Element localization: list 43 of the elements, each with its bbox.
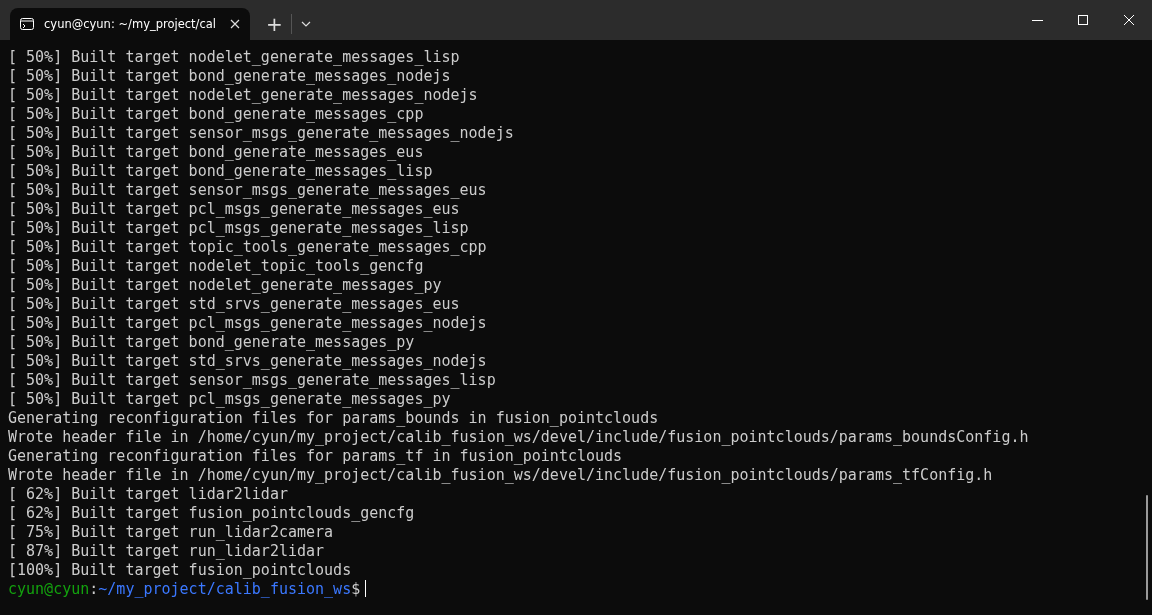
chevron-down-icon	[300, 21, 311, 27]
minimize-icon	[1031, 19, 1043, 21]
output-line: [ 50%] Built target sensor_msgs_generate_messages_eus	[8, 181, 487, 200]
output-line: [ 62%] Built target lidar2lidar	[8, 485, 288, 504]
output-line: [ 50%] Built target pcl_msgs_generate_messages_eus	[8, 200, 460, 219]
output-line: [ 50%] Built target topic_tools_generate_messages_cpp	[8, 238, 487, 257]
output-line: [ 50%] Built target nodelet_generate_messages_py	[8, 276, 442, 295]
output-line: [ 50%] Built target nodelet_topic_tools_gencfg	[8, 257, 424, 276]
output-line: [ 50%] Built target bond_generate_messages_nodejs	[8, 67, 451, 86]
output-line: Generating reconfiguration files for params_tf in fusion_pointclouds	[8, 447, 623, 466]
output-line: Wrote header file in /home/cyun/my_project/calib_fusion_ws/devel/include/fusion_pointclouds/params_boundsConfig.h	[8, 428, 1029, 447]
prompt-path: ~/my_project/calib_fusion_ws	[98, 580, 352, 598]
output-line: [ 50%] Built target bond_generate_messages_lisp	[8, 162, 433, 181]
prompt-user: cyun@cyun	[8, 580, 90, 598]
new-tab-button[interactable]: +	[258, 8, 291, 40]
terminal-tab[interactable]: cyun@cyun: ~/my_project/cal	[10, 8, 250, 40]
output-line: [ 50%] Built target std_srvs_generate_messages_eus	[8, 295, 460, 314]
output-line: [ 50%] Built target sensor_msgs_generate_messages_nodejs	[8, 124, 514, 143]
output-line: [ 50%] Built target pcl_msgs_generate_messages_nodejs	[8, 314, 487, 333]
tab-title: cyun@cyun: ~/my_project/cal	[44, 17, 218, 31]
maximize-icon	[1078, 15, 1088, 25]
output-line: [ 50%] Built target pcl_msgs_generate_messages_py	[8, 390, 451, 409]
close-icon[interactable]	[230, 19, 240, 29]
output-line: [ 62%] Built target fusion_pointclouds_gencfg	[8, 504, 415, 523]
terminal-icon	[20, 18, 34, 30]
output-line: [100%] Built target fusion_pointclouds	[8, 561, 352, 580]
output-line: [ 50%] Built target std_srvs_generate_messages_nodejs	[8, 352, 487, 371]
output-line: [ 50%] Built target pcl_msgs_generate_messages_lisp	[8, 219, 469, 238]
prompt-symbol: $	[351, 580, 361, 598]
output-line: [ 50%] Built target bond_generate_messages_cpp	[8, 105, 424, 124]
text-cursor	[365, 580, 367, 597]
output-line: [ 50%] Built target nodelet_generate_messages_lisp	[8, 48, 460, 67]
output-line: [ 50%] Built target nodelet_generate_messages_nodejs	[8, 86, 478, 105]
output-line: Wrote header file in /home/cyun/my_project/calib_fusion_ws/devel/include/fusion_pointclouds/params_tfConfig.h	[8, 466, 993, 485]
output-line: [ 50%] Built target sensor_msgs_generate_messages_lisp	[8, 371, 496, 390]
prompt-separator: :	[89, 580, 99, 598]
output-line: [ 75%] Built target run_lidar2camera	[8, 523, 334, 542]
close-icon	[1124, 15, 1134, 25]
scrollbar-thumb[interactable]	[1146, 495, 1148, 600]
output-line: [ 87%] Built target run_lidar2lidar	[8, 542, 325, 561]
output-line: Generating reconfiguration files for params_bounds in fusion_pointclouds	[8, 409, 659, 428]
output-line: [ 50%] Built target bond_generate_messages_eus	[8, 143, 424, 162]
output-line: [ 50%] Built target bond_generate_messages_py	[8, 333, 415, 352]
